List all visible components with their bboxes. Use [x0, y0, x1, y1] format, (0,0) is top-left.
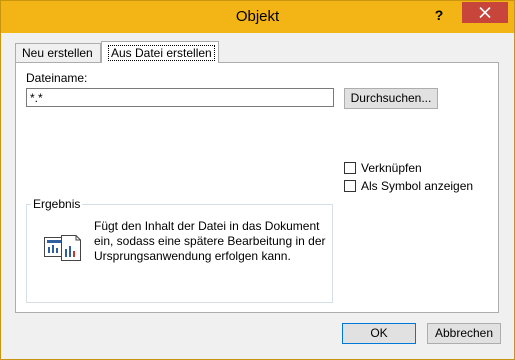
result-description: Fügt den Inhalt der Datei in das Dokumen… [94, 219, 326, 263]
embedded-document-icon [44, 233, 82, 266]
cancel-button[interactable]: Abbrechen [427, 323, 501, 344]
as-icon-checkbox-label[interactable]: Als Symbol anzeigen [361, 179, 473, 193]
tab-panel-from-file: Dateiname: *.* Durchsuchen... Verknüpfen… [15, 62, 499, 313]
close-button[interactable] [462, 2, 508, 23]
filename-input[interactable]: *.* [26, 88, 334, 107]
tab-from-file-label: Aus Datei erstellen [108, 45, 215, 61]
title-bar[interactable]: Objekt ? [1, 1, 514, 33]
as-icon-checkbox[interactable] [344, 180, 356, 192]
ok-button[interactable]: OK [342, 323, 416, 344]
object-dialog: Objekt ? Neu erstellen Aus Datei erstell… [0, 0, 515, 360]
result-legend: Ergebnis [31, 197, 83, 211]
browse-button[interactable]: Durchsuchen... [344, 88, 438, 109]
close-icon [479, 7, 491, 18]
tab-new[interactable]: Neu erstellen [15, 43, 101, 62]
result-group: Ergebnis Fügt den Inhalt der Datei in da… [26, 197, 333, 303]
link-checkbox[interactable] [344, 162, 356, 174]
help-button[interactable]: ? [432, 7, 446, 23]
link-checkbox-label[interactable]: Verknüpfen [361, 161, 422, 175]
filename-label: Dateiname: [26, 71, 88, 85]
tab-from-file[interactable]: Aus Datei erstellen [101, 41, 219, 63]
